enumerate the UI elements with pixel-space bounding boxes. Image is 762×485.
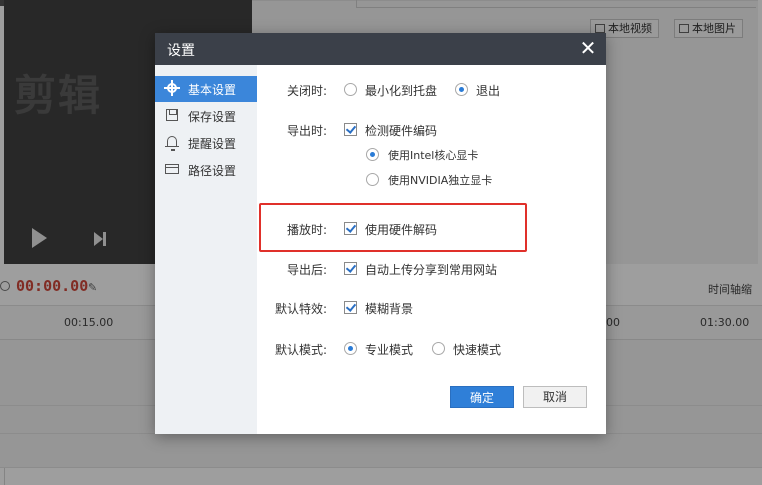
sidebar-item-label: 保存设置 [188, 110, 237, 124]
minimize-to-tray-label[interactable]: 最小化到托盘 [365, 82, 437, 99]
exit-radio[interactable] [455, 83, 468, 96]
default-effect-label: 默认特效: [274, 302, 327, 316]
save-icon [165, 108, 179, 122]
settings-sidebar: 基本设置 保存设置 提醒设置 路径设置 [155, 65, 257, 434]
minimize-to-tray-radio[interactable] [344, 83, 357, 96]
blur-background-checkbox[interactable] [344, 301, 357, 314]
on-close-label: 关闭时: [286, 84, 327, 98]
after-export-label: 导出后: [286, 263, 327, 277]
quick-mode-radio[interactable] [432, 342, 445, 355]
auto-upload-label[interactable]: 自动上传分享到常用网站 [365, 261, 497, 278]
sidebar-item-basic[interactable]: 基本设置 [155, 76, 257, 102]
on-export-label: 导出时: [286, 124, 327, 138]
detect-hw-encode-label[interactable]: 检测硬件编码 [365, 122, 437, 139]
sidebar-item-label: 基本设置 [188, 83, 237, 97]
sidebar-item-save[interactable]: 保存设置 [155, 103, 257, 129]
exit-label[interactable]: 退出 [476, 82, 500, 99]
pro-mode-radio[interactable] [344, 342, 357, 355]
nvidia-gpu-label[interactable]: 使用NVIDIA独立显卡 [388, 172, 492, 188]
quick-mode-label[interactable]: 快速模式 [453, 341, 501, 358]
gear-icon [164, 80, 180, 96]
nvidia-gpu-radio[interactable] [366, 173, 379, 186]
folder-icon [165, 162, 179, 176]
pro-mode-label[interactable]: 专业模式 [365, 341, 413, 358]
blur-background-label[interactable]: 模糊背景 [365, 300, 413, 317]
intel-gpu-label[interactable]: 使用Intel核心显卡 [388, 147, 478, 163]
close-icon[interactable]: ✕ [578, 38, 598, 58]
sidebar-item-label: 提醒设置 [188, 137, 237, 151]
annotation-highlight-box [259, 203, 527, 252]
cancel-button[interactable]: 取消 [523, 386, 587, 408]
dialog-title: 设置 [167, 43, 195, 59]
detect-hw-encode-checkbox[interactable] [344, 123, 357, 136]
intel-gpu-radio[interactable] [366, 148, 379, 161]
bell-icon [165, 135, 179, 151]
sidebar-item-path[interactable]: 路径设置 [155, 157, 257, 183]
sidebar-item-label: 路径设置 [188, 164, 237, 178]
auto-upload-checkbox[interactable] [344, 262, 357, 275]
dialog-header: 设置 ✕ [155, 33, 606, 65]
sidebar-item-reminder[interactable]: 提醒设置 [155, 130, 257, 156]
ok-button[interactable]: 确定 [450, 386, 514, 408]
default-mode-label: 默认模式: [274, 343, 327, 357]
